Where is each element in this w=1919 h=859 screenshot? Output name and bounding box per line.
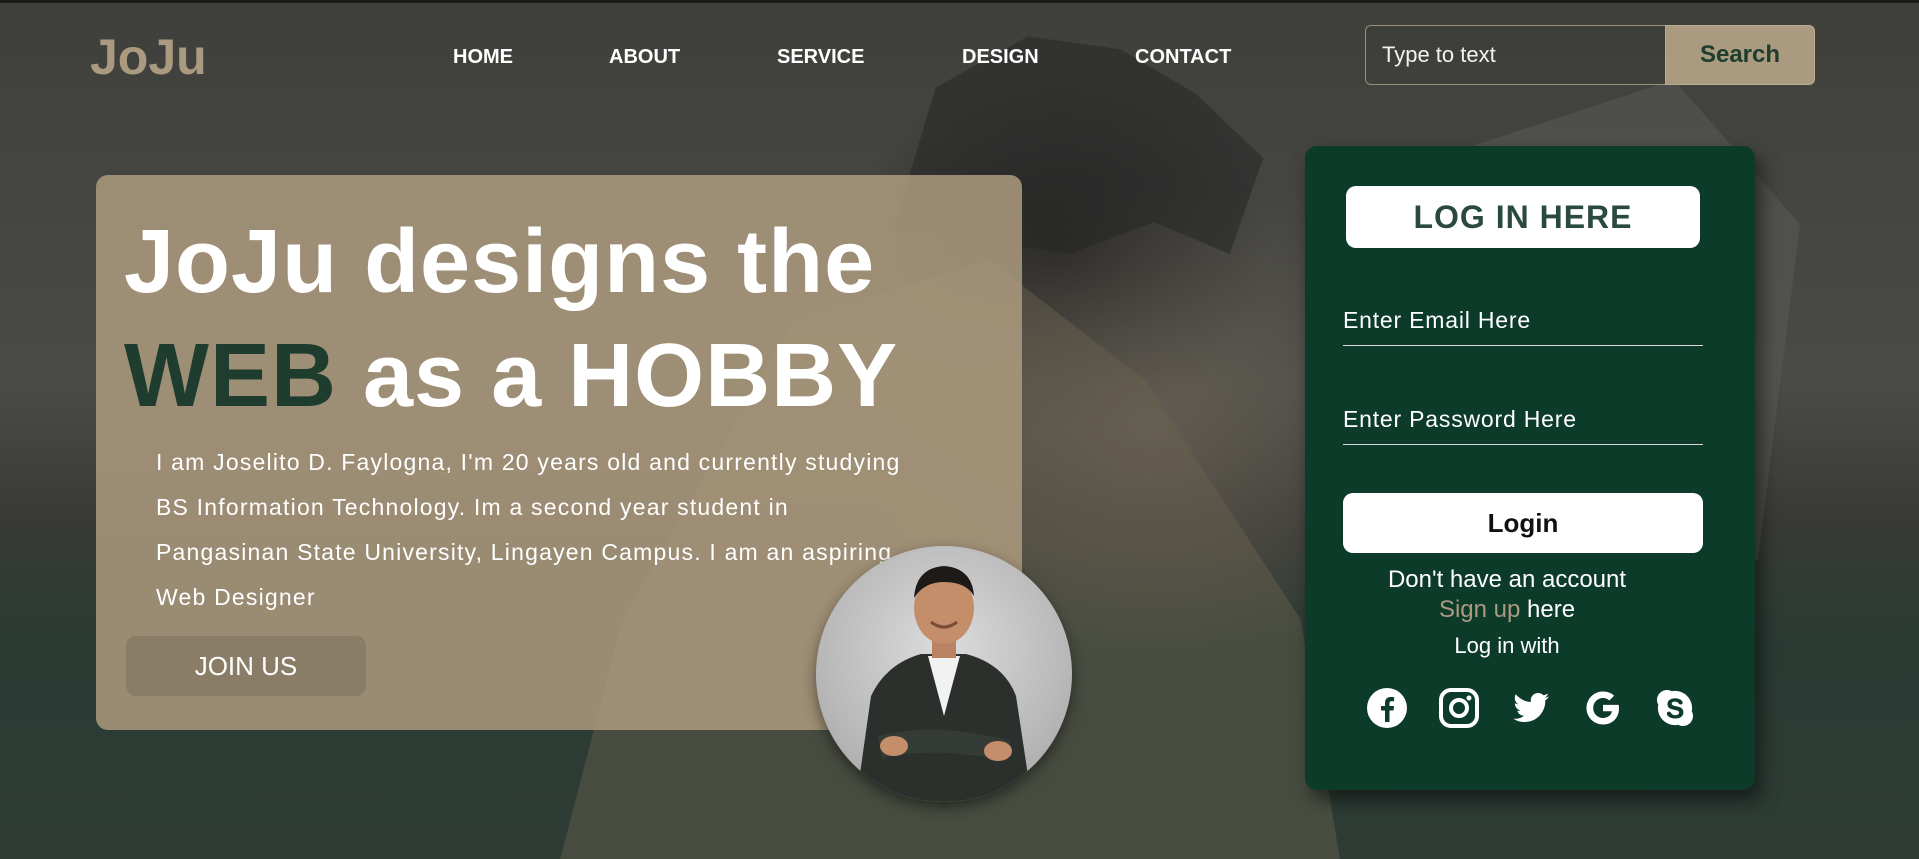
hero-description: I am Joselito D. Faylogna, I'm 20 years … [156, 449, 901, 610]
signup-link[interactable]: Sign up [1439, 596, 1520, 623]
nav-design[interactable]: DESIGN [962, 46, 1039, 69]
hero-headline-line1: JoJu designs the [124, 212, 876, 312]
search-button[interactable]: Search [1665, 25, 1815, 85]
nav-home[interactable]: HOME [453, 46, 513, 69]
person-portrait-icon [856, 566, 1032, 802]
search-input[interactable] [1365, 25, 1665, 85]
hero-headline-line2: WEB as a HOBBY [124, 325, 898, 428]
password-field[interactable] [1343, 395, 1703, 445]
site-logo[interactable]: JoJu [90, 28, 207, 86]
facebook-icon[interactable] [1365, 686, 1409, 730]
nav-about[interactable]: ABOUT [609, 46, 680, 69]
login-panel: LOG IN HERE Login Don't have an account … [1305, 146, 1755, 790]
nav-contact[interactable]: CONTACT [1135, 46, 1231, 69]
no-account-text: Don't have an account [1387, 566, 1627, 593]
google-icon[interactable] [1581, 686, 1625, 730]
twitter-icon[interactable] [1509, 686, 1553, 730]
instagram-icon[interactable] [1437, 686, 1481, 730]
login-button[interactable]: Login [1343, 493, 1703, 553]
profile-avatar [816, 546, 1072, 802]
email-field[interactable] [1343, 296, 1703, 346]
signup-line: Sign up here [1305, 596, 1709, 624]
hero-headline-accent: WEB [124, 326, 337, 426]
nav-service[interactable]: SERVICE [777, 46, 864, 69]
skype-icon[interactable] [1653, 686, 1697, 730]
signup-suffix: here [1520, 596, 1576, 623]
join-us-button[interactable]: JOIN US [126, 636, 366, 696]
top-border [0, 0, 1919, 3]
login-title: LOG IN HERE [1346, 186, 1700, 248]
hero-headline-rest: as a HOBBY [336, 326, 899, 426]
login-with-text: Log in with [1454, 633, 1560, 658]
